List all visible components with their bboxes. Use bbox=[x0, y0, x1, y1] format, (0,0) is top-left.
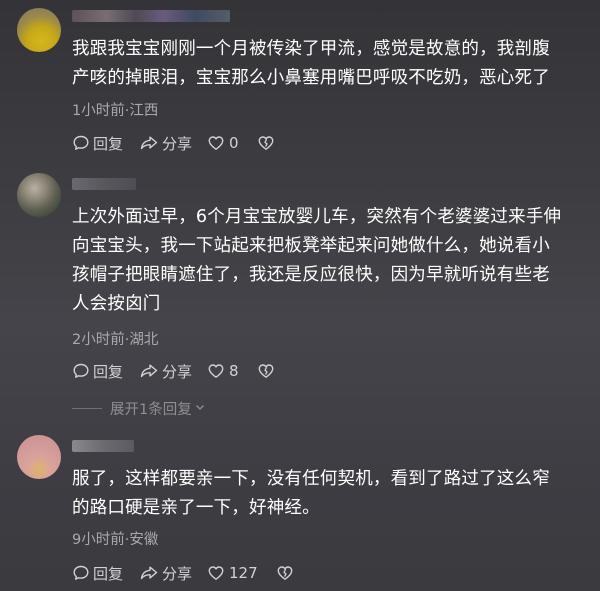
username-blurred[interactable] bbox=[72, 10, 230, 22]
divider-line bbox=[72, 408, 102, 409]
comment-text: 我跟我宝宝刚刚一个月被传染了甲流，感觉是故意的，我剖腹 产咳的掉眼泪，宝宝那么小… bbox=[72, 39, 550, 88]
comment-meta: 9小时前·安徽 bbox=[72, 532, 159, 548]
share-arrow-icon bbox=[139, 564, 159, 582]
comment-actions: 回复 分享 8 bbox=[72, 361, 275, 381]
broken-heart-icon bbox=[276, 564, 294, 582]
like-button[interactable]: 0 bbox=[207, 134, 239, 152]
comment-bubble-icon bbox=[72, 564, 90, 582]
share-button[interactable]: 分享 bbox=[139, 133, 207, 154]
share-button[interactable]: 分享 bbox=[139, 563, 207, 584]
like-button[interactable]: 127 bbox=[207, 564, 258, 582]
broken-heart-icon bbox=[257, 362, 275, 380]
share-arrow-icon bbox=[139, 362, 159, 380]
comment-meta: 1小时前·江西 bbox=[72, 103, 159, 119]
heart-outline-icon bbox=[207, 362, 225, 380]
comment-bubble-icon bbox=[72, 362, 90, 380]
comment-bubble-icon bbox=[72, 134, 90, 152]
share-label: 分享 bbox=[162, 134, 193, 153]
share-label: 分享 bbox=[162, 564, 193, 583]
reply-label: 回复 bbox=[93, 362, 124, 381]
comment-actions: 回复 分享 127 bbox=[72, 563, 294, 583]
reply-button[interactable]: 回复 bbox=[72, 563, 139, 584]
like-count: 0 bbox=[229, 134, 239, 152]
reply-label: 回复 bbox=[93, 564, 124, 583]
comment-text: 上次外面过早，6个月宝宝放婴儿车，突然有个老婆婆过来手伸 向宝宝头，我一下站起来… bbox=[72, 207, 562, 314]
avatar[interactable] bbox=[17, 8, 61, 52]
reply-button[interactable]: 回复 bbox=[72, 133, 139, 154]
reply-label: 回复 bbox=[93, 134, 124, 153]
heart-outline-icon bbox=[207, 134, 225, 152]
username-blurred[interactable] bbox=[72, 440, 134, 452]
dislike-button[interactable] bbox=[276, 564, 294, 582]
avatar[interactable] bbox=[17, 173, 61, 217]
like-count: 8 bbox=[229, 362, 239, 380]
chevron-down-icon bbox=[194, 401, 206, 417]
username-blurred[interactable] bbox=[72, 178, 136, 190]
reply-button[interactable]: 回复 bbox=[72, 361, 139, 382]
dislike-button[interactable] bbox=[257, 134, 275, 152]
expand-replies-button[interactable]: 展开1条回复 bbox=[72, 398, 206, 419]
comment-meta: 2小时前·湖北 bbox=[72, 332, 159, 348]
heart-outline-icon bbox=[207, 564, 225, 582]
expand-replies-label: 展开1条回复 bbox=[110, 402, 192, 418]
like-button[interactable]: 8 bbox=[207, 362, 239, 380]
share-arrow-icon bbox=[139, 134, 159, 152]
avatar[interactable] bbox=[17, 435, 61, 479]
share-label: 分享 bbox=[162, 362, 193, 381]
share-button[interactable]: 分享 bbox=[139, 361, 207, 382]
like-count: 127 bbox=[229, 564, 258, 582]
broken-heart-icon bbox=[257, 134, 275, 152]
dislike-button[interactable] bbox=[257, 362, 275, 380]
comment-actions: 回复 分享 0 bbox=[72, 133, 275, 153]
comment-text: 服了，这样都要亲一下，没有任何契机，看到了路过了这么窄 的路口硬是亲了一下，好神… bbox=[72, 469, 550, 518]
